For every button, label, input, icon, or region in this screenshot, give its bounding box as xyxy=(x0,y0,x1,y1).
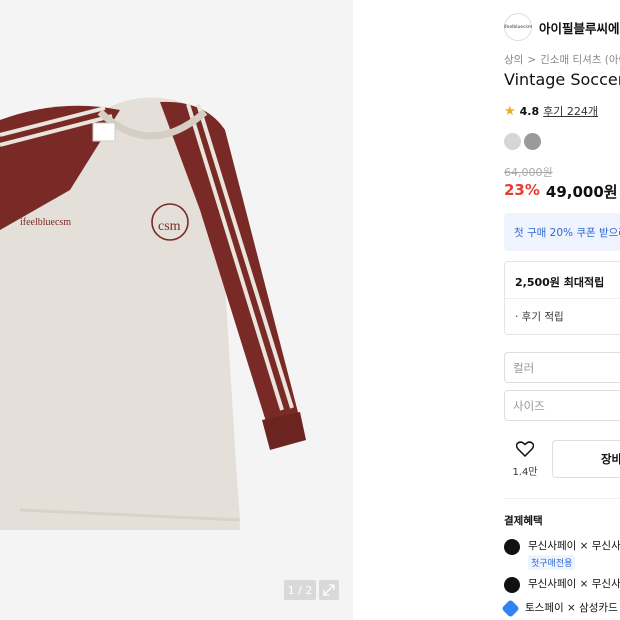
rating-score: 4.8 xyxy=(519,104,540,118)
brand-name[interactable]: 아이필블루씨에스 xyxy=(539,18,620,37)
toss-pay-icon xyxy=(501,599,520,618)
swatch-gray[interactable] xyxy=(524,133,541,150)
breadcrumb-item-longsleeve[interactable]: 긴소매 티셔츠 (아이 xyxy=(540,52,620,67)
chevron-right-icon: > xyxy=(527,53,537,66)
discount-rate: 23% xyxy=(504,181,540,199)
swatch-light-gray[interactable] xyxy=(504,133,521,150)
cart-button[interactable]: 장바 xyxy=(552,440,620,478)
color-select[interactable]: 컬러 xyxy=(504,352,620,383)
color-swatches xyxy=(504,133,541,150)
coupon-banner[interactable]: 첫 구매 20% 쿠폰 받으러 xyxy=(504,213,620,251)
brand-row[interactable]: ifeelbluecsm 아이필블루씨에스 xyxy=(504,13,620,41)
coupon-text: 첫 구매 20% 쿠폰 받으러 xyxy=(514,226,620,239)
shirt-emblem: csm xyxy=(158,219,181,234)
first-purchase-badge: 첫구매전용 xyxy=(528,555,576,570)
rating-row: ★ 4.8 후기 224개 xyxy=(504,103,598,119)
breadcrumb-item-top[interactable]: 상의 xyxy=(504,52,523,67)
points-sub: · 후기 적립 xyxy=(515,311,564,323)
product-image-panel[interactable]: ifeelbluecsm csm 1 / 2 xyxy=(0,0,353,620)
product-title: Vintage Soccer R xyxy=(504,70,620,89)
musinsa-pay-icon xyxy=(504,577,520,593)
price-row: 23% 49,000원 xyxy=(504,181,618,202)
payment-row[interactable]: 무신사페이 × 무신사현 xyxy=(504,576,620,593)
image-counter: 1 / 2 xyxy=(284,580,316,600)
like-button[interactable]: 1.4만 xyxy=(504,441,546,478)
points-box: 2,500원 최대적립 · 후기 적립 xyxy=(504,261,620,335)
points-title: 2,500원 최대적립 xyxy=(515,276,605,289)
size-select-placeholder: 사이즈 xyxy=(513,398,545,413)
product-shirt-image: ifeelbluecsm csm xyxy=(0,97,306,530)
payment-benefits-title: 결제혜택 xyxy=(504,515,543,527)
expand-icon[interactable] xyxy=(319,580,339,600)
size-select[interactable]: 사이즈 xyxy=(504,390,620,421)
payment-label: 무신사페이 × 무신사현 xyxy=(528,540,620,552)
shirt-chest-text: ifeelbluecsm xyxy=(20,217,71,228)
payment-label: 무신사페이 × 무신사현 xyxy=(528,578,620,590)
original-price: 64,000원 xyxy=(504,166,553,179)
payment-row[interactable]: 무신사페이 × 무신사현 첫구매전용 xyxy=(504,538,620,570)
star-icon: ★ xyxy=(504,103,516,119)
points-divider xyxy=(505,298,620,299)
color-select-placeholder: 컬러 xyxy=(513,360,535,375)
payment-label: 토스페이 × 삼성카드 xyxy=(525,602,618,614)
heart-icon xyxy=(515,441,535,458)
sale-price: 49,000원 xyxy=(545,183,618,201)
reviews-link[interactable]: 후기 224개 xyxy=(543,103,598,119)
product-info-panel: ifeelbluecsm 아이필블루씨에스 상의 > 긴소매 티셔츠 (아이 V… xyxy=(490,0,620,620)
product-page: ifeelbluecsm csm 1 / 2 ifeelbluecsm 아이필블… xyxy=(0,0,620,620)
panel-gap xyxy=(353,0,490,620)
like-count: 1.4만 xyxy=(512,467,538,478)
cart-button-label: 장바 xyxy=(601,452,620,466)
brand-logo[interactable]: ifeelbluecsm xyxy=(504,13,532,41)
musinsa-pay-icon xyxy=(504,539,520,555)
breadcrumb: 상의 > 긴소매 티셔츠 (아이 xyxy=(504,52,620,67)
divider xyxy=(504,498,620,499)
payment-row[interactable]: 토스페이 × 삼성카드 xyxy=(501,599,618,618)
